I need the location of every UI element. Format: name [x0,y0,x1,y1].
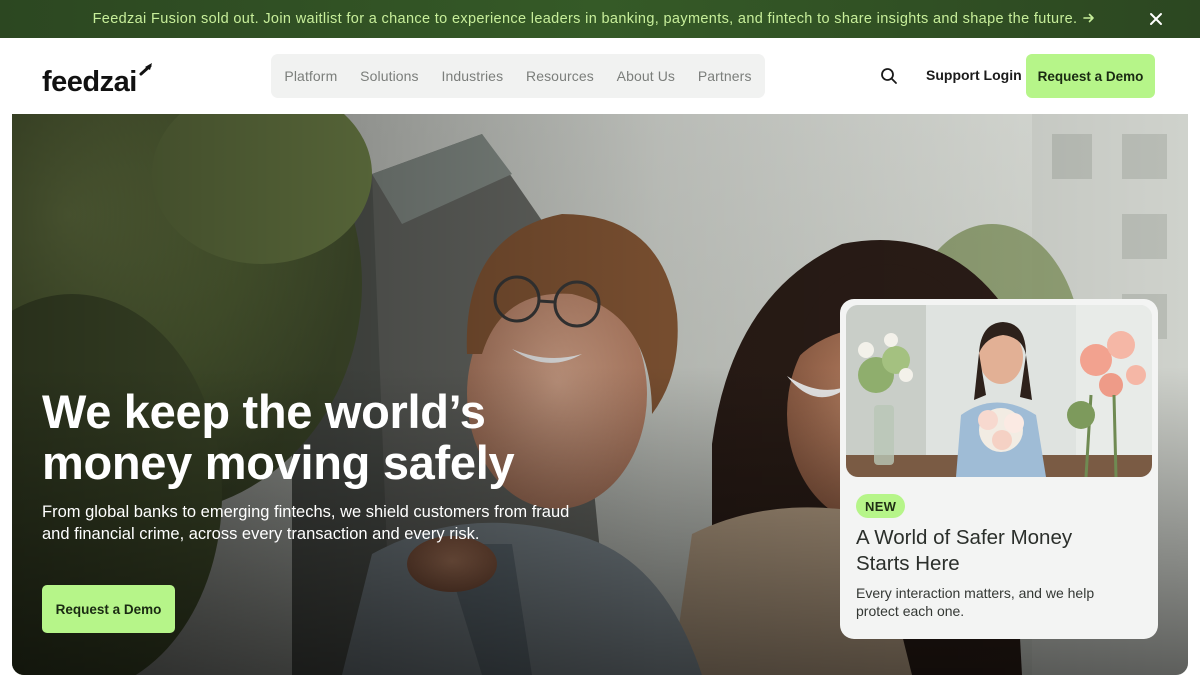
announcement-link[interactable]: Feedzai Fusion sold out. Join waitlist f… [93,11,1096,27]
nav-industries[interactable]: Industries [441,68,503,84]
hero-subtitle-line-2: and financial crime, across every transa… [42,524,480,543]
card-image [846,305,1152,477]
logo-wordmark: feedzai [42,66,137,94]
florist-photo [846,305,1152,477]
nav-about-us[interactable]: About Us [617,68,675,84]
close-icon[interactable] [1146,9,1166,29]
nav-resources[interactable]: Resources [526,68,594,84]
hero-section: We keep the world’s money moving safely … [12,114,1188,675]
main-nav: Platform Solutions Industries Resources … [271,54,765,98]
search-icon[interactable] [878,65,900,87]
announcement-text: Feedzai Fusion sold out. Join waitlist f… [92,11,1078,27]
support-login-link[interactable]: Support Login [926,67,1022,83]
card-title: A World of Safer Money Starts Here [856,525,1146,577]
request-demo-button-header[interactable]: Request a Demo [1026,54,1155,98]
card-title-line-2: Starts Here [856,552,960,575]
arrow-right-icon [1083,12,1095,27]
nav-platform[interactable]: Platform [284,68,337,84]
new-badge: NEW [856,494,906,518]
request-demo-button-hero[interactable]: Request a Demo [42,585,175,633]
card-desc-line-2: protect each one. [856,603,965,619]
card-desc-line-1: Every interaction matters, and we help [856,585,1095,601]
card-title-line-1: A World of Safer Money [856,526,1073,549]
hero-title: We keep the world’s money moving safely [42,386,602,488]
hero-subtitle: From global banks to emerging fintechs, … [42,502,602,545]
hero-subtitle-line-1: From global banks to emerging fintechs, … [42,503,570,521]
card-description: Every interaction matters, and we help p… [856,584,1136,620]
hero-title-line-1: We keep the world’s [42,385,486,438]
nav-solutions[interactable]: Solutions [360,68,419,84]
feature-card[interactable]: NEW A World of Safer Money Starts Here E… [840,299,1158,639]
feedzai-logo[interactable]: feedzai [42,58,160,98]
announcement-bar[interactable]: Feedzai Fusion sold out. Join waitlist f… [0,0,1200,38]
logo-mark: feedzai [42,63,152,98]
site-header: feedzai Platform Solutions Industries Re… [0,38,1200,114]
nav-partners[interactable]: Partners [698,68,752,84]
hero-title-line-2: money moving safely [42,436,515,489]
